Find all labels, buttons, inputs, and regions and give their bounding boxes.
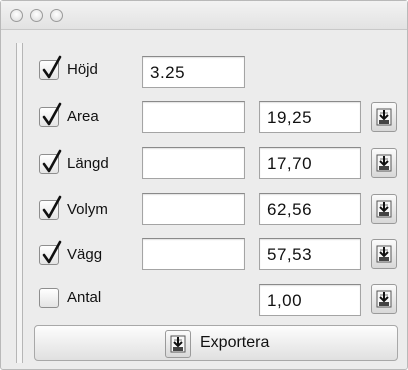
export-all-label: Exportera xyxy=(200,334,270,351)
result-area[interactable]: 19,25 xyxy=(259,101,361,133)
checkbox-area[interactable] xyxy=(39,102,62,127)
input-hojd[interactable]: 3.25 xyxy=(142,56,245,88)
panel-divider xyxy=(16,43,23,363)
result-volym[interactable]: 62,56 xyxy=(259,193,361,225)
checkmark-icon xyxy=(42,55,62,79)
export-arrow-icon xyxy=(376,108,392,126)
label-vagg: Vägg xyxy=(67,246,103,263)
result-antal[interactable]: 1,00 xyxy=(259,284,361,316)
close-window-button[interactable] xyxy=(10,9,23,22)
app-window: Höjd 3.25 Area 19,25 Längd 17,70 Volym 6… xyxy=(0,0,408,370)
checkmark-icon xyxy=(42,149,62,173)
checkmark-icon xyxy=(42,195,62,219)
export-area-button[interactable] xyxy=(371,102,397,132)
zoom-window-button[interactable] xyxy=(50,9,63,22)
checkbox-langd[interactable] xyxy=(39,149,62,174)
export-vagg-button[interactable] xyxy=(371,239,397,269)
export-arrow-icon xyxy=(376,245,392,263)
label-hojd: Höjd xyxy=(67,61,98,78)
input-area[interactable] xyxy=(142,101,245,133)
input-vagg[interactable] xyxy=(142,238,245,270)
result-vagg[interactable]: 57,53 xyxy=(259,238,361,270)
export-arrow-icon xyxy=(376,290,392,308)
label-area: Area xyxy=(67,108,99,125)
title-bar xyxy=(1,1,407,30)
label-langd: Längd xyxy=(67,155,109,172)
export-antal-button[interactable] xyxy=(371,284,397,314)
checkbox-antal[interactable] xyxy=(39,288,59,308)
label-volym: Volym xyxy=(67,201,108,218)
result-langd[interactable]: 17,70 xyxy=(259,147,361,179)
export-volym-button[interactable] xyxy=(371,194,397,224)
export-all-button[interactable]: Exportera xyxy=(34,325,398,361)
input-langd[interactable] xyxy=(142,147,245,179)
minimize-window-button[interactable] xyxy=(30,9,43,22)
input-volym[interactable] xyxy=(142,193,245,225)
checkmark-icon xyxy=(42,102,62,126)
export-langd-button[interactable] xyxy=(371,148,397,178)
export-arrow-icon xyxy=(376,200,392,218)
checkmark-icon xyxy=(42,240,62,264)
export-arrow-icon xyxy=(165,330,191,358)
checkbox-volym[interactable] xyxy=(39,195,62,220)
checkbox-vagg[interactable] xyxy=(39,240,62,265)
export-arrow-icon xyxy=(376,154,392,172)
label-antal: Antal xyxy=(67,289,102,306)
checkbox-hojd[interactable] xyxy=(39,55,62,80)
